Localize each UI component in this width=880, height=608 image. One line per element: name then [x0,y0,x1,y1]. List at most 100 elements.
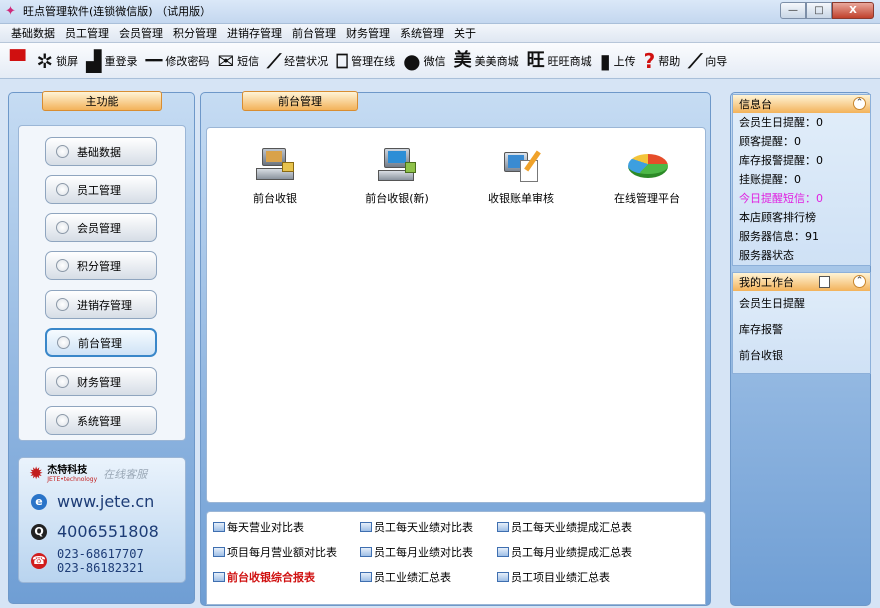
edit-icon[interactable] [819,276,830,288]
func-inventory-button[interactable]: 进销存管理 [45,290,157,319]
report-link[interactable]: 员工业绩汇总表 [360,569,451,585]
toolbar-label: 微信 [423,54,446,68]
menu-inventory[interactable]: 进销存管理 [222,24,287,43]
radio-icon [56,221,69,234]
workbench-item[interactable]: 前台收银 [733,343,870,369]
jete-logo-icon: ✹ [29,464,44,484]
window-title: 旺点管理软件(连锁微信版) （试用版） [23,5,212,18]
envelope-icon: ✉ [217,48,235,73]
info-line[interactable]: 库存报警提醒：0 [733,151,870,170]
report-link[interactable]: 员工项目业绩汇总表 [497,569,610,585]
company-name: 杰特科技 [47,465,88,476]
report-label: 员工每月业绩对比表 [374,546,473,559]
report-link[interactable]: 员工每天业绩提成汇总表 [497,519,632,535]
menu-about[interactable]: 关于 [449,24,481,43]
func-finance-button[interactable]: 财务管理 [45,367,157,396]
toolbar-label: 锁屏 [56,54,79,68]
ie-icon: e [31,493,47,510]
table-icon [213,572,225,582]
toolbar-relogin-button[interactable]: ▟ 重登录 [86,50,137,72]
bill-audit-function[interactable]: 收银账单审核 [461,146,581,206]
menu-basic-data[interactable]: 基础数据 [6,24,60,43]
cashier-new-label: 前台收银(新) [365,192,429,205]
radio-icon [56,414,69,427]
menu-finance[interactable]: 财务管理 [341,24,395,43]
info-line[interactable]: 服务器状态 [733,246,870,265]
table-icon [497,522,509,532]
toolbar-lock-button[interactable]: ✲ 锁屏 [36,50,78,72]
function-list: 基础数据 员工管理 会员管理 积分管理 进销存管理 前台管理 财务管理 系统管理 [18,125,186,441]
online-platform-function[interactable]: 在线管理平台 [587,146,707,206]
info-line[interactable]: 挂账提醒：0 [733,170,870,189]
wangwang-icon: 旺 [526,49,545,71]
toolbar-wechat-button[interactable]: ● 微信 [403,50,445,72]
func-points-button[interactable]: 积分管理 [45,251,157,280]
close-button[interactable]: X [832,2,874,19]
toolbar-online-button[interactable]: ⎕ 管理在线 [336,50,395,72]
toolbar-wangwang-button[interactable]: 旺 旺旺商城 [527,50,592,72]
info-line[interactable]: 本店顾客排行榜 [733,208,870,227]
func-staff-button[interactable]: 员工管理 [45,175,157,204]
menu-staff[interactable]: 员工管理 [60,24,114,43]
bill-audit-label: 收银账单审核 [488,192,554,205]
pie-chart-icon [626,146,668,184]
toolbar-sms-button[interactable]: ✉ 短信 [217,50,259,72]
report-link[interactable]: 项目每月营业额对比表 [213,544,337,560]
menu-points[interactable]: 积分管理 [168,24,222,43]
cashier-new-computer-icon [376,146,418,184]
toolbar-password-button[interactable]: ━━ 修改密码 [146,50,210,72]
toolbar-business-button[interactable]: ⟋ 经营状况 [267,50,328,72]
report-label: 员工项目业绩汇总表 [511,571,610,584]
minimize-button[interactable]: — [780,2,806,19]
workbench-header[interactable]: 我的工作台 ⌃ [733,273,870,291]
chart-line-icon: ⟋ [267,48,282,73]
info-line[interactable]: 今日提醒短信：0 [733,189,870,208]
collapse-icon[interactable]: ⌃ [853,275,866,288]
func-front-desk-button[interactable]: 前台管理 [45,328,157,357]
title-bar: ✦ 旺点管理软件(连锁微信版) （试用版） — □ X [0,0,880,24]
maximize-button[interactable]: □ [806,2,832,19]
menu-front-desk[interactable]: 前台管理 [287,24,341,43]
menu-members[interactable]: 会员管理 [114,24,168,43]
main-function-panel: 主功能 基础数据 员工管理 会员管理 积分管理 进销存管理 前台管理 财务管理 [8,91,195,604]
func-basic-data-button[interactable]: 基础数据 [45,137,157,166]
workbench-item[interactable]: 库存报警 [733,317,870,343]
main-function-title: 主功能 [42,91,162,111]
info-desk-header[interactable]: 信息台 ⌃ [733,95,870,113]
func-label: 财务管理 [77,375,121,389]
monitor-icon: ▀ [10,48,26,73]
website-row[interactable]: e www.jete.cn [31,492,154,511]
report-label: 项目每月营业额对比表 [227,546,337,559]
toolbar-help-button[interactable]: ? 帮助 [644,50,681,72]
info-line[interactable]: 顾客提醒：0 [733,132,870,151]
report-link[interactable]: 员工每天业绩对比表 [360,519,473,535]
report-links: 每天营业对比表 员工每天业绩对比表 员工每天业绩提成汇总表 项目每月营业额对比表… [206,511,706,605]
func-label: 会员管理 [77,221,121,235]
toolbar-upload-button[interactable]: ▮ 上传 [600,50,636,72]
info-line[interactable]: 服务器信息：91 [733,227,870,246]
workbench-item[interactable]: 会员生日提醒 [733,291,870,317]
info-line[interactable]: 会员生日提醒：0 [733,113,870,132]
toolbar-meimei-button[interactable]: 美 美美商城 [454,50,519,72]
toolbar-screen-button[interactable]: ▀ [10,50,28,72]
menu-system[interactable]: 系统管理 [395,24,449,43]
online-service-label: 在线客服 [103,468,148,481]
table-icon [497,547,509,557]
relogin-icon: ▟ [86,48,102,73]
func-system-button[interactable]: 系统管理 [45,406,157,435]
toolbar-label: 修改密码 [165,54,210,68]
func-members-button[interactable]: 会员管理 [45,213,157,242]
cashier-function[interactable]: 前台收银 [215,146,335,206]
website-link[interactable]: www.jete.cn [57,492,154,511]
toolbar-wizard-button[interactable]: ⟋ 向导 [688,50,727,72]
collapse-icon[interactable]: ⌃ [853,97,866,110]
report-link[interactable]: 员工每月业绩对比表 [360,544,473,560]
wand-icon: ⟋ [688,48,703,73]
report-link[interactable]: 员工每月业绩提成汇总表 [497,544,632,560]
menu-bar: 基础数据 员工管理 会员管理 积分管理 进销存管理 前台管理 财务管理 系统管理… [0,24,880,43]
hotline-number: 4006551808 [57,522,159,541]
func-label: 系统管理 [77,414,121,428]
report-link[interactable]: 前台收银综合报表 [213,569,315,585]
cashier-new-function[interactable]: 前台收银(新) [337,146,457,206]
report-link[interactable]: 每天营业对比表 [213,519,304,535]
